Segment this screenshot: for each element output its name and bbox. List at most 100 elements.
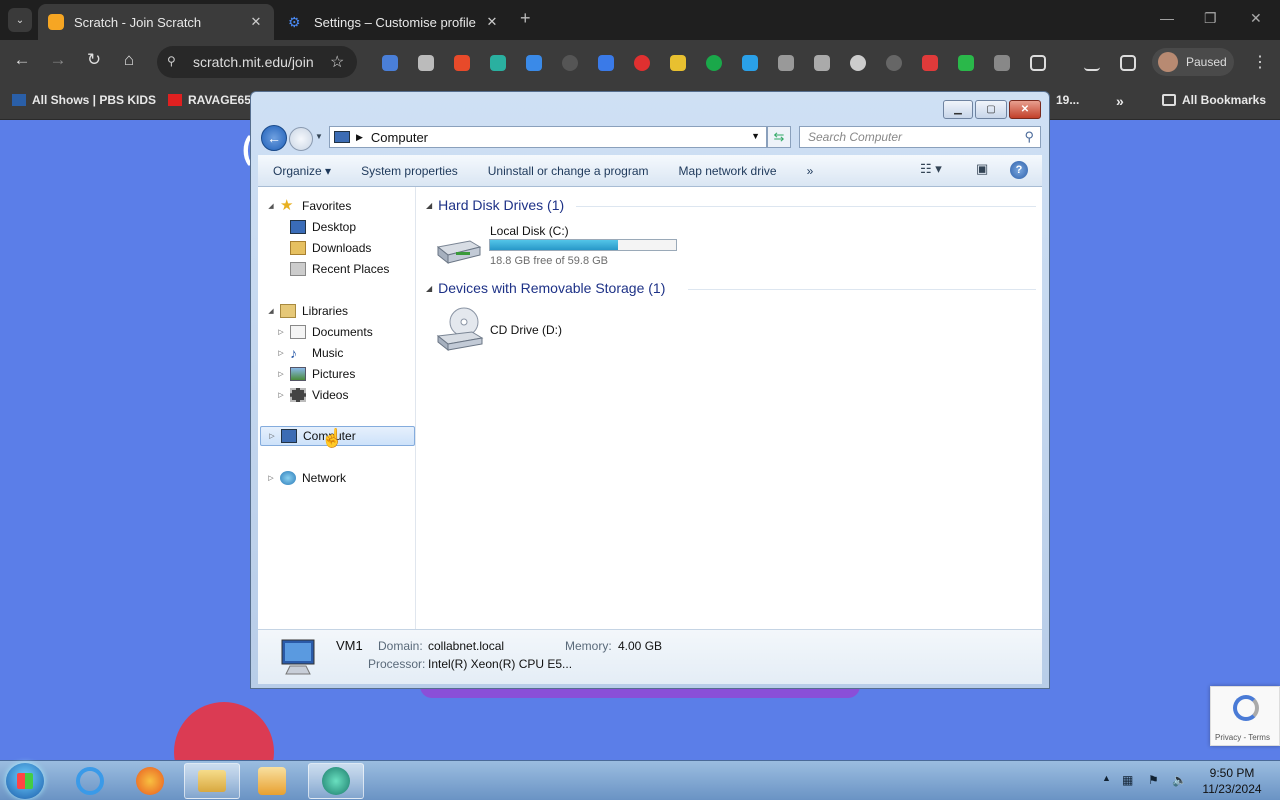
extension-icon[interactable] <box>706 55 722 71</box>
refresh-button[interactable]: ⇆ <box>767 126 791 148</box>
close-window-icon[interactable]: ✕ <box>1250 10 1262 27</box>
explorer-forward-button[interactable] <box>289 127 313 151</box>
close-tab-icon[interactable]: ✕ <box>248 14 264 30</box>
extension-icon[interactable] <box>886 55 902 71</box>
start-button[interactable] <box>6 763 44 799</box>
back-arrow-icon[interactable]: ← <box>10 50 34 70</box>
extension-icon[interactable] <box>742 55 758 71</box>
extension-icon[interactable] <box>958 55 974 71</box>
search-input[interactable]: Search Computer ⚲ <box>799 126 1041 148</box>
help-icon[interactable]: ? <box>1010 161 1028 179</box>
address-bar[interactable]: ⚲ scratch.mit.edu/join <box>157 46 357 78</box>
nav-desktop[interactable]: Desktop <box>276 217 356 237</box>
extension-icon[interactable] <box>778 55 794 71</box>
taskbar-windows-explorer[interactable] <box>184 763 240 799</box>
collapse-group-icon[interactable]: ◢ <box>426 201 432 210</box>
tab-search-button[interactable]: ⌄ <box>8 8 32 32</box>
expand-triangle-icon[interactable]: ▷ <box>276 328 286 336</box>
taskbar-firefox[interactable] <box>122 763 178 799</box>
nav-videos[interactable]: ▷ Videos <box>276 385 348 405</box>
nav-libraries[interactable]: ◢ Libraries <box>266 301 348 321</box>
preview-pane-icon[interactable]: ▣ <box>976 161 988 177</box>
explorer-close-button[interactable]: ✕ <box>1009 100 1041 119</box>
organize-menu[interactable]: Organize ▾ <box>258 164 346 178</box>
nav-documents[interactable]: ▷ Documents <box>276 322 373 342</box>
explorer-maximize-button[interactable]: ▢ <box>975 100 1007 119</box>
tray-network-icon[interactable]: ▦ <box>1122 773 1133 787</box>
close-tab-icon[interactable]: ✕ <box>484 14 500 30</box>
show-hidden-icons-button[interactable]: ▲ <box>1102 773 1111 783</box>
extensions-puzzle-icon[interactable] <box>1030 55 1046 71</box>
extension-icon[interactable] <box>850 55 866 71</box>
extension-icon[interactable] <box>418 55 434 71</box>
extension-icon[interactable] <box>490 55 506 71</box>
nav-network[interactable]: ▷ Network <box>266 468 346 488</box>
change-view-icon[interactable]: ☷ ▾ <box>920 161 942 177</box>
expand-triangle-icon[interactable]: ▷ <box>266 474 276 482</box>
expand-triangle-icon[interactable]: ▷ <box>276 370 286 378</box>
bookmark-ravage[interactable]: RAVAGE657 <box>168 93 258 107</box>
extension-icon[interactable] <box>562 55 578 71</box>
map-network-drive-button[interactable]: Map network drive <box>664 164 792 178</box>
restore-icon[interactable]: ❐ <box>1204 10 1217 27</box>
more-commands-button[interactable]: » <box>792 164 829 178</box>
nav-downloads[interactable]: Downloads <box>276 238 371 258</box>
expand-triangle-icon[interactable]: ▷ <box>276 391 286 399</box>
recaptcha-badge[interactable]: Privacy - Terms <box>1210 686 1280 746</box>
videos-filmstrip-icon <box>290 388 306 402</box>
group-header-hard-disk-drives[interactable]: ◢ Hard Disk Drives (1) <box>426 197 1036 213</box>
extension-icon[interactable] <box>454 55 470 71</box>
extension-icon[interactable] <box>994 55 1010 71</box>
forward-arrow-icon[interactable]: → <box>46 50 70 70</box>
all-bookmarks-button[interactable]: All Bookmarks <box>1162 93 1266 107</box>
collapse-group-icon[interactable]: ◢ <box>426 284 432 293</box>
explorer-address-bar[interactable]: ▶ Computer ▼ <box>329 126 767 148</box>
taskbar-media-player[interactable] <box>244 763 300 799</box>
recent-pages-dropdown-icon[interactable]: ▼ <box>315 132 323 141</box>
menu-kebab-icon[interactable]: ⋮ <box>1248 52 1272 72</box>
explorer-minimize-button[interactable]: ▁ <box>943 100 973 119</box>
system-properties-button[interactable]: System properties <box>346 164 473 178</box>
uninstall-program-button[interactable]: Uninstall or change a program <box>473 164 664 178</box>
breadcrumb-separator-icon[interactable]: ▶ <box>356 132 363 143</box>
bookmark-star-icon[interactable]: ☆ <box>330 52 344 72</box>
profile-button[interactable]: Paused <box>1152 48 1234 76</box>
collapse-triangle-icon[interactable]: ◢ <box>266 202 276 210</box>
extension-icon[interactable] <box>634 55 650 71</box>
side-panel-icon[interactable] <box>1120 55 1136 71</box>
minimize-icon[interactable]: — <box>1160 10 1174 26</box>
group-header-removable-storage[interactable]: ◢ Devices with Removable Storage (1) <box>426 280 1036 296</box>
new-tab-button[interactable]: + <box>520 8 531 29</box>
collapse-triangle-icon[interactable]: ◢ <box>266 307 276 315</box>
bookmark-overflow-item[interactable]: 19... <box>1056 93 1079 107</box>
home-icon[interactable]: ⌂ <box>117 50 141 70</box>
site-info-icon[interactable]: ⚲ <box>167 54 176 68</box>
explorer-back-button[interactable]: ← <box>261 125 287 151</box>
labs-flask-icon[interactable] <box>1084 55 1100 71</box>
breadcrumb-computer[interactable]: Computer <box>371 130 428 145</box>
bookmarks-overflow-chevron-icon[interactable]: » <box>1116 93 1124 109</box>
taskbar-clock[interactable]: 9:50 PM 11/23/2024 <box>1196 765 1268 797</box>
taskbar-internet-explorer[interactable] <box>62 763 118 799</box>
bookmark-pbs-kids[interactable]: All Shows | PBS KIDS <box>12 93 156 107</box>
expand-triangle-icon[interactable]: ▷ <box>276 349 286 357</box>
extension-icon[interactable] <box>814 55 830 71</box>
nav-pictures[interactable]: ▷ Pictures <box>276 364 355 384</box>
extension-icon[interactable] <box>598 55 614 71</box>
extension-icon[interactable] <box>922 55 938 71</box>
nav-favorites[interactable]: ◢ ★ Favorites <box>266 196 351 216</box>
nav-music[interactable]: ▷ ♪ Music <box>276 343 343 363</box>
tray-volume-muted-icon[interactable]: 🔈 <box>1172 773 1187 787</box>
taskbar-active-app[interactable] <box>308 763 364 799</box>
nav-recent-places[interactable]: Recent Places <box>276 259 389 279</box>
address-history-dropdown-icon[interactable]: ▼ <box>751 131 760 141</box>
tab-scratch-join[interactable]: Scratch - Join Scratch ✕ <box>38 4 274 40</box>
recaptcha-links[interactable]: Privacy - Terms <box>1215 733 1270 742</box>
extension-icon[interactable] <box>670 55 686 71</box>
reload-icon[interactable]: ↻ <box>82 50 106 70</box>
tab-settings[interactable]: ⚙ Settings – Customise profile ✕ <box>278 4 510 40</box>
extension-icon[interactable] <box>382 55 398 71</box>
tray-action-center-flag-icon[interactable]: ⚑ <box>1148 773 1159 787</box>
extension-icon[interactable] <box>526 55 542 71</box>
expand-triangle-icon[interactable]: ▷ <box>267 432 277 440</box>
